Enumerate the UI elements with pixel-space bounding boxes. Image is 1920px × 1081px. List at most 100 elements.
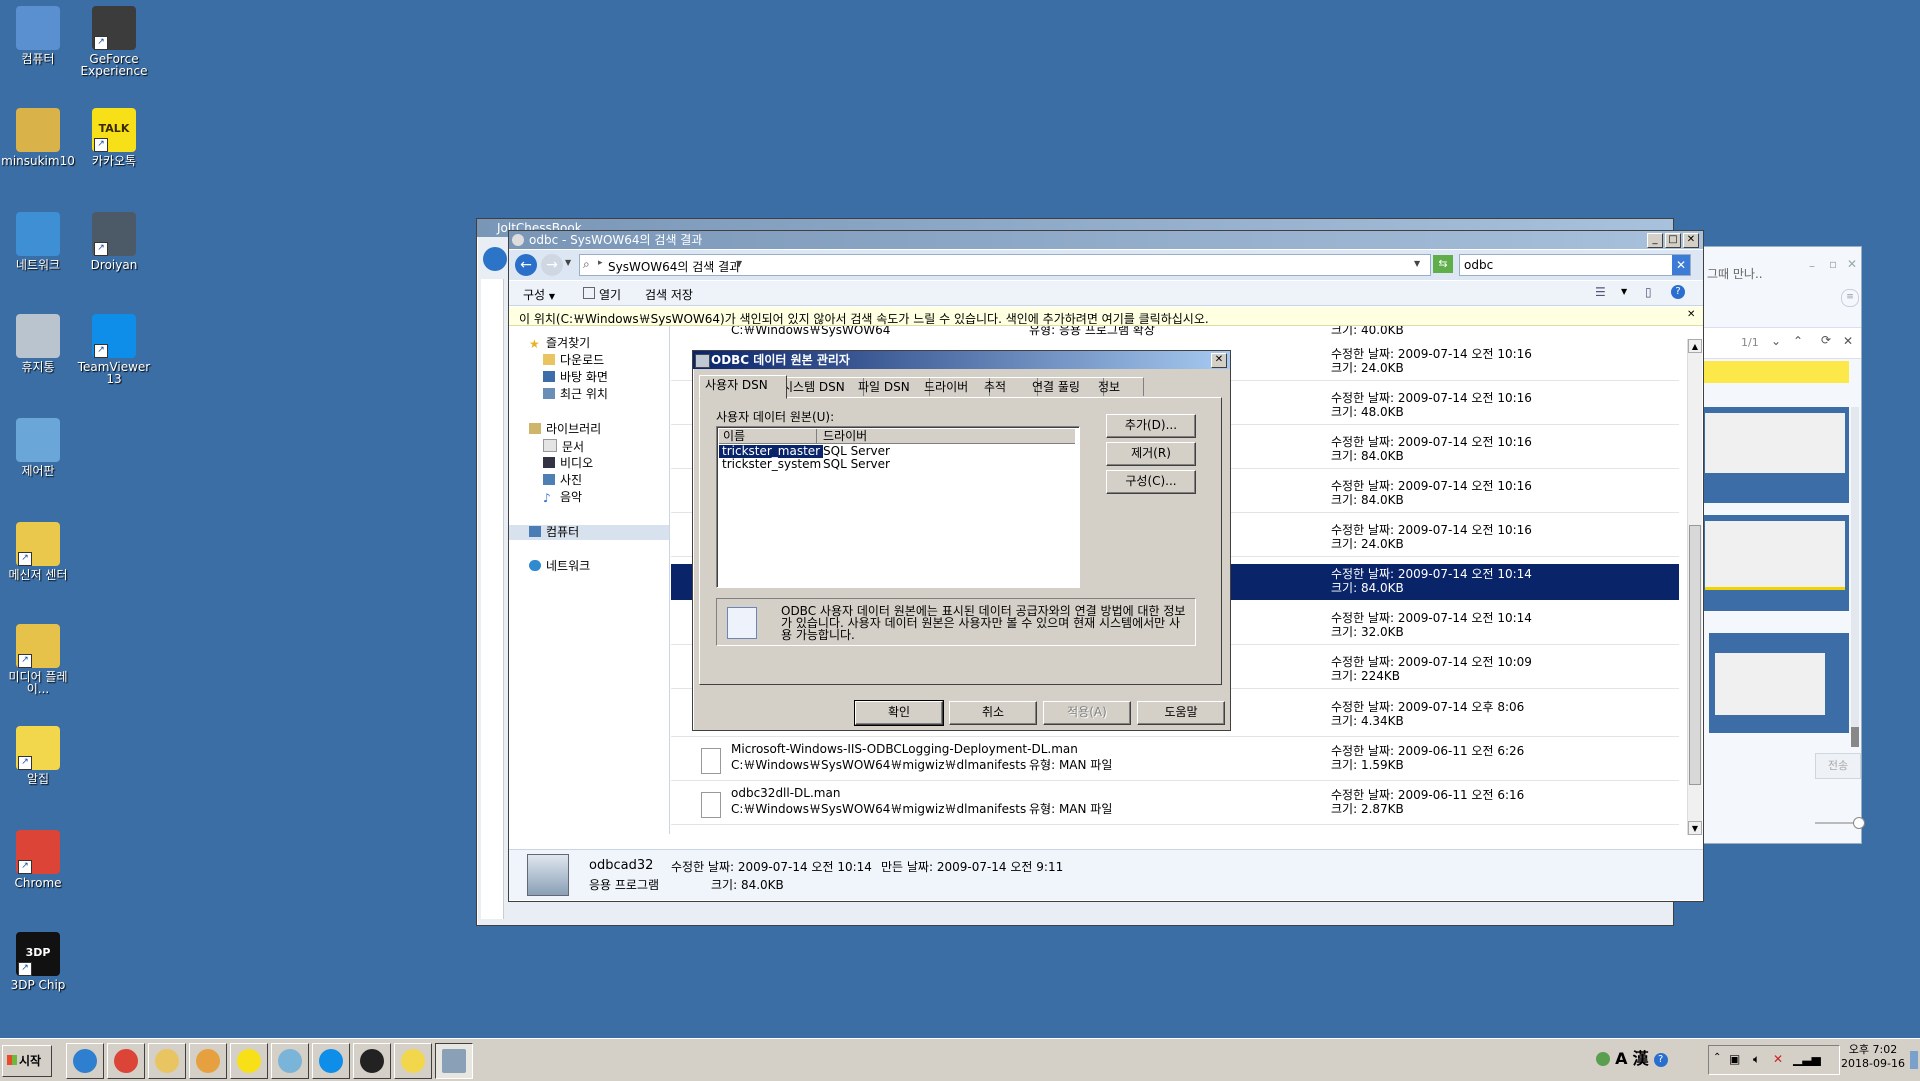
results-scrollbar[interactable]: ▲ ▼ [1687, 339, 1702, 835]
col-header-driver[interactable]: 드라이버 [819, 429, 1063, 443]
explorer-titlebar[interactable]: odbc - SysWOW64의 검색 결과 _ □ ✕ [509, 231, 1703, 249]
desktop-icon[interactable]: ↗ TeamViewer 13 [76, 314, 152, 385]
chat-image-2[interactable] [1701, 515, 1849, 611]
tray-device-icon[interactable]: ▣ [1729, 1052, 1740, 1066]
organize-menu[interactable]: 구성 ▼ [523, 286, 555, 303]
cancel-button[interactable]: 취소 [949, 701, 1037, 725]
ok-button[interactable]: 확인 [854, 700, 944, 726]
odbc-dialog[interactable]: ODBC 데이터 원본 관리자 ✕ 사용자 DSN 시스템 DSN 파일 DSN 드라… [692, 350, 1231, 731]
taskbar-button[interactable] [394, 1043, 432, 1079]
desktop-icon[interactable]: ↗ 메신저 센터 [0, 522, 76, 581]
chat-close-button[interactable]: ✕ [1847, 257, 1857, 271]
start-button[interactable]: 시작 [2, 1045, 52, 1077]
open-button[interactable]: 열기 [583, 286, 621, 303]
desktop-icon[interactable]: 네트워크 [0, 212, 76, 271]
tab-user-dsn[interactable]: 사용자 DSN [699, 375, 787, 399]
nav-recent[interactable]: 최근 위치 [543, 387, 608, 402]
taskbar-button[interactable] [312, 1043, 350, 1079]
desktop-icon[interactable]: 제어판 [0, 418, 76, 477]
desktop-icon[interactable]: ↗ Chrome [0, 830, 76, 889]
save-search-button[interactable]: 검색 저장 [645, 286, 693, 303]
taskbar-button[interactable] [148, 1043, 186, 1079]
odbc-titlebar[interactable]: ODBC 데이터 원본 관리자 ✕ [693, 351, 1230, 369]
col-header-name[interactable]: 이름 [719, 429, 817, 443]
help-icon[interactable]: ? [1671, 285, 1685, 299]
tray-expand-icon[interactable]: ⌃ [1713, 1052, 1721, 1063]
desktop-icon[interactable]: 휴지통 [0, 314, 76, 373]
tab-system-dsn[interactable]: 시스템 DSN [777, 377, 864, 396]
nav-documents[interactable]: 문서 [543, 439, 584, 454]
taskbar-button[interactable] [189, 1043, 227, 1079]
chat-search-close-icon[interactable]: ✕ [1843, 334, 1853, 348]
desktop-icon[interactable]: TALK ↗ 카카오톡 [76, 108, 152, 167]
search-clear-icon[interactable]: ✕ [1672, 255, 1690, 275]
background-window-back-button[interactable] [483, 247, 507, 271]
add-dsn-button[interactable]: 추가(D)... [1106, 414, 1196, 438]
index-info-bar[interactable]: 이 위치(C:￦Windows￦SysWOW64)가 색인되어 있지 않아서 검… [509, 307, 1703, 326]
chat-menu-icon[interactable]: ≡ [1841, 289, 1859, 307]
nav-pictures[interactable]: 사진 [543, 473, 582, 488]
signal-icon[interactable]: ▁▃▅ [1793, 1052, 1821, 1066]
chat-image-1[interactable] [1701, 407, 1849, 503]
chat-window[interactable]: 그때 만나.. – ▫ ✕ ≡ 1/1 ⌄ ⌃ ⟳ ✕ 전송 [1700, 246, 1865, 844]
dsn-row[interactable]: trickster_system SQL Server [719, 458, 1075, 471]
taskbar-button[interactable] [353, 1043, 391, 1079]
network-error-icon[interactable]: ✕ [1773, 1052, 1783, 1066]
chat-zoom-slider[interactable] [1815, 817, 1865, 829]
desktop-icon[interactable]: ↗ 알집 [0, 726, 76, 785]
chat-maximize-button[interactable]: ▫ [1829, 257, 1837, 271]
chat-search-down-icon[interactable]: ⌄ [1771, 334, 1781, 348]
scroll-up-icon[interactable]: ▲ [1688, 339, 1702, 353]
volume-icon[interactable]: 🔈︎ [1753, 1052, 1760, 1067]
chat-minimize-button[interactable]: – [1809, 259, 1815, 273]
taskbar-button[interactable] [435, 1043, 473, 1079]
back-button[interactable]: ← [515, 254, 537, 276]
ime-indicator[interactable]: A 漢 ? [1596, 1047, 1668, 1071]
taskbar-button[interactable] [230, 1043, 268, 1079]
nav-libraries[interactable]: 라이브러리 [529, 422, 601, 437]
dsn-listview[interactable]: 이름 드라이버 trickster_master SQL Server tricks… [716, 426, 1080, 588]
odbc-close-button[interactable]: ✕ [1211, 353, 1227, 368]
nav-network[interactable]: 네트워크 [529, 559, 590, 574]
chat-send-button[interactable]: 전송 [1815, 753, 1861, 779]
taskbar-button[interactable] [107, 1043, 145, 1079]
view-options-icon[interactable]: ☰ [1595, 285, 1606, 299]
preview-pane-icon[interactable]: ▯ [1645, 285, 1652, 299]
nav-videos[interactable]: 비디오 [543, 456, 593, 471]
nav-computer[interactable]: 컴퓨터 [509, 525, 669, 540]
nav-favorites[interactable]: ★ 즐겨찾기 [529, 336, 590, 351]
address-crumb-dropdown-icon[interactable]: ▼ [736, 259, 742, 268]
refresh-button[interactable]: ⇆ [1433, 255, 1453, 273]
scroll-down-icon[interactable]: ▼ [1688, 821, 1702, 835]
desktop-icon[interactable]: ↗ 미디어 플레이... [0, 624, 76, 695]
history-dropdown-icon[interactable]: ▼ [565, 258, 571, 267]
result-row[interactable]: odbc32dll-DL.man C:￦Windows￦SysWOW64￦migw… [671, 784, 1679, 825]
top-partial-row[interactable]: C:￦Windows￦SysWOW64 유형: 응용 프로그램 확장 크기: 4… [671, 326, 1679, 338]
explorer-maximize-button[interactable]: □ [1665, 233, 1681, 248]
remove-dsn-button[interactable]: 제거(R) [1106, 442, 1196, 466]
nav-music[interactable]: ♪ 음악 [543, 490, 582, 505]
chat-refresh-icon[interactable]: ⟳ [1821, 333, 1831, 347]
forward-button[interactable]: → [541, 254, 563, 276]
desktop-icon[interactable]: 컴퓨터 [0, 6, 76, 65]
chat-search-up-icon[interactable]: ⌃ [1793, 334, 1803, 348]
explorer-minimize-button[interactable]: _ [1647, 233, 1663, 248]
help-button[interactable]: 도움말 [1137, 701, 1225, 725]
configure-dsn-button[interactable]: 구성(C)... [1106, 470, 1196, 494]
chat-scrollbar-thumb[interactable] [1851, 727, 1859, 747]
view-dropdown-icon[interactable]: ▼ [1621, 287, 1627, 296]
desktop-icon[interactable]: 3DP ↗ 3DP Chip [0, 932, 76, 991]
info-bar-close-icon[interactable]: ✕ [1687, 309, 1695, 320]
desktop-icon[interactable]: ↗ GeForce Experience [76, 6, 152, 77]
taskbar-button[interactable] [271, 1043, 309, 1079]
chat-scrollbar[interactable] [1851, 407, 1859, 747]
explorer-close-button[interactable]: ✕ [1683, 233, 1699, 248]
chat-zoom-slider-thumb[interactable] [1853, 817, 1865, 829]
clock[interactable]: 오후 7:02 2018-09-16 [1838, 1043, 1908, 1071]
taskbar-button[interactable] [66, 1043, 104, 1079]
nav-desktop[interactable]: 바탕 화면 [543, 370, 608, 385]
tab-about[interactable]: 정보 [1093, 377, 1144, 396]
show-desktop-button[interactable] [1910, 1051, 1918, 1069]
search-input[interactable]: odbc ✕ [1459, 254, 1691, 276]
desktop-icon[interactable]: ↗ Droiyan [76, 212, 152, 271]
